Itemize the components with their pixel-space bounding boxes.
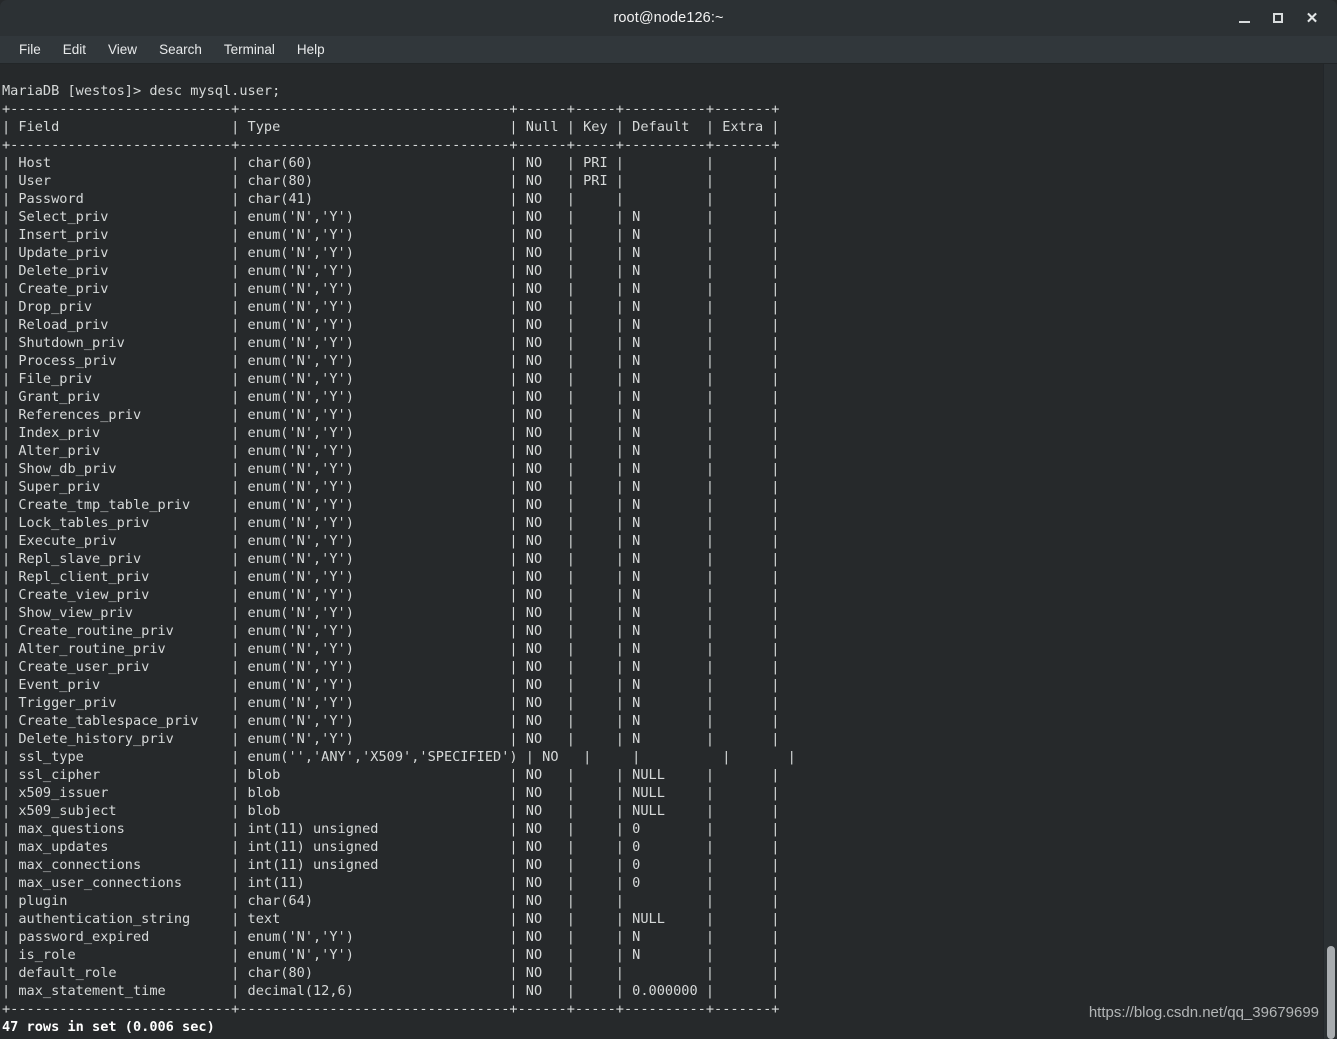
terminal-window: root@node126:~ ✕ File Edit View Search T… <box>0 0 1337 1039</box>
close-icon: ✕ <box>1305 9 1319 27</box>
menu-item-view[interactable]: View <box>97 39 148 61</box>
terminal-scrollbar[interactable] <box>1323 64 1337 1039</box>
window-titlebar[interactable]: root@node126:~ ✕ <box>0 0 1337 36</box>
menu-item-terminal[interactable]: Terminal <box>213 39 286 61</box>
terminal-viewport[interactable]: MariaDB [westos]> desc mysql.user; +----… <box>0 64 1337 1039</box>
window-controls: ✕ <box>1227 0 1329 36</box>
minimize-icon <box>1238 20 1250 23</box>
menu-item-help[interactable]: Help <box>286 39 336 61</box>
menu-item-edit[interactable]: Edit <box>52 39 97 61</box>
menu-item-search[interactable]: Search <box>148 39 213 61</box>
maximize-icon <box>1273 13 1283 23</box>
terminal-output: MariaDB [westos]> desc mysql.user; +----… <box>2 82 796 1035</box>
scrollbar-thumb[interactable] <box>1327 946 1335 1039</box>
minimize-button[interactable] <box>1227 3 1261 33</box>
menu-bar: File Edit View Search Terminal Help <box>0 36 1337 64</box>
result-count-line: 47 rows in set (0.006 sec) <box>2 1018 215 1035</box>
window-title: root@node126:~ <box>613 10 724 26</box>
maximize-button[interactable] <box>1261 3 1295 33</box>
close-button[interactable]: ✕ <box>1295 3 1329 33</box>
watermark-text: https://blog.csdn.net/qq_39679699 <box>1088 1004 1319 1021</box>
menu-item-file[interactable]: File <box>8 39 52 61</box>
